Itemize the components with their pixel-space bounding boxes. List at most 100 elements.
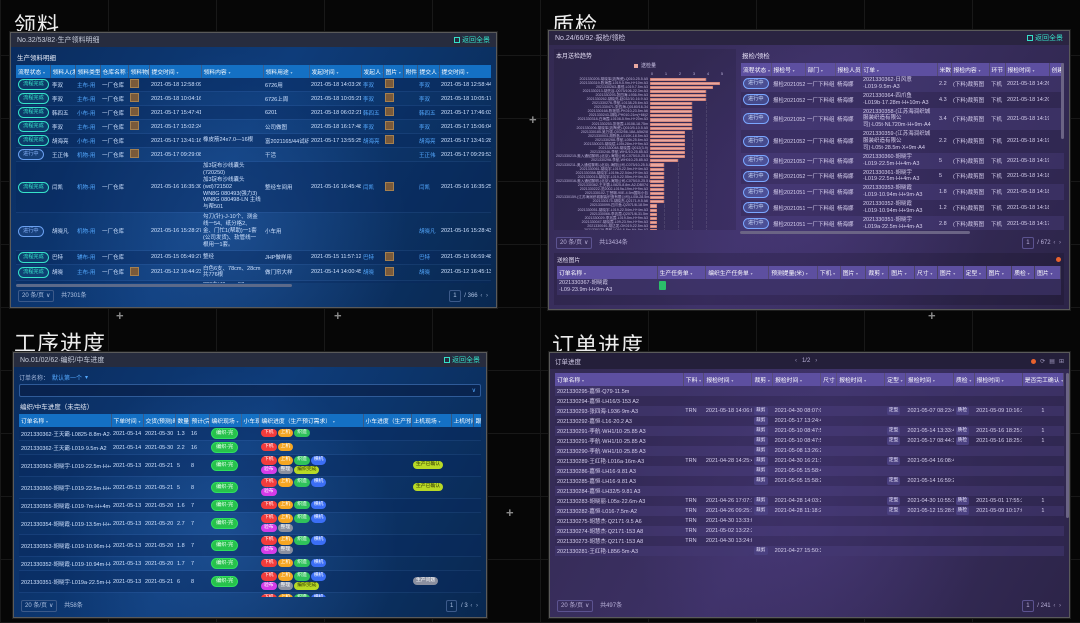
next-page-icon[interactable]: ›	[1059, 603, 1061, 609]
status-badge[interactable]: 流程完成	[18, 182, 49, 193]
filter-icon[interactable]: ▼	[876, 69, 879, 73]
table-row[interactable]: 流程完成胡田辅布-用一厂仓库2021-05-12 14:44:22320支/40…	[16, 281, 491, 283]
column-header[interactable]: 附件▼	[403, 65, 417, 78]
submitter-link[interactable]: 巴特	[419, 255, 430, 261]
material-photo-thumbnail[interactable]	[130, 107, 139, 116]
stage-chip[interactable]: 裁剪	[754, 427, 768, 435]
stage-tag[interactable]: 验布	[261, 466, 277, 475]
column-header[interactable]: 提交人▼	[417, 65, 439, 78]
knit-status-badge[interactable]: 编织-完	[211, 428, 238, 439]
prev-page-icon[interactable]: ‹	[470, 603, 472, 609]
table-row[interactable]: 2021330351·胡晓宇·L019a·22.5m·H+4m·A2021-05…	[19, 571, 481, 593]
column-header[interactable]: 生产任务单▼	[657, 266, 706, 279]
filter-icon[interactable]: ▼	[1050, 272, 1053, 276]
stage-tag[interactable]: 验布	[261, 524, 277, 533]
photo-thumbnail[interactable]	[385, 252, 394, 261]
filter-icon[interactable]: ▼	[750, 272, 753, 276]
table-row[interactable]: 流程完成胡晓主布-用一厂仓库2021-05-12 16:44:23白色6支、78…	[16, 264, 491, 281]
column-header[interactable]: 编织进度（生产预订需求）▼	[259, 414, 363, 427]
table-row[interactable]: 2021330293·张四海·L936·9m·A3TRN2021-05-18 1…	[555, 406, 1064, 416]
stage-tag[interactable]: 上机	[278, 456, 294, 465]
alert-dot-icon[interactable]	[1056, 257, 1061, 262]
table-row[interactable]: 2021330291·李航·WH1/10·25.85 A3裁剪2021-05-1…	[555, 436, 1064, 446]
table-row[interactable]: 2021330284·嘉恒·LH32/5·9.81 A3	[555, 486, 1064, 496]
material-photo-thumbnail[interactable]	[130, 149, 139, 158]
status-badge[interactable]: 进行中	[743, 155, 769, 166]
table-row[interactable]: 2021330289·王红艳·L016a·16m·A3TRN2021-04-28…	[555, 456, 1064, 466]
status-badge[interactable]: 流程完成	[18, 79, 49, 90]
stage-tag[interactable]: 上机	[278, 429, 294, 438]
table-row[interactable]: 流程完成胡海亮小布-用一厂仓库2021-05-17 13:41:16橡皮筋24x…	[16, 134, 491, 148]
stage-tag[interactable]: 上机	[278, 559, 294, 568]
stage-chip[interactable]: 裁剪	[754, 497, 768, 505]
filter-icon[interactable]: ▼	[767, 379, 770, 383]
photo-thumbnail[interactable]	[385, 107, 394, 116]
column-header[interactable]: 报检时间▼	[704, 373, 752, 386]
filter-icon[interactable]: ▼	[698, 379, 701, 383]
stage-tag[interactable]: 上机	[278, 478, 294, 487]
stage-tag[interactable]: 下机	[261, 429, 277, 438]
column-header[interactable]: 图片▼	[840, 266, 866, 279]
status-badge[interactable]: 流程完成	[18, 93, 49, 104]
knit-status-badge[interactable]: 编织-完	[211, 576, 238, 587]
starter-link[interactable]: 李双	[363, 125, 374, 131]
table-row[interactable]: 2021330360·胡晓宇·L019·22.5m·H+4m·A32021-05…	[19, 477, 481, 499]
stage-tag[interactable]: 生产问题	[413, 577, 438, 586]
column-header[interactable]: 报检时间▼	[1005, 63, 1049, 76]
filter-icon[interactable]: ▼	[832, 272, 835, 276]
stage-tag[interactable]: 下机	[261, 594, 277, 597]
table-row[interactable]: 进行中报检20210520一厂下料组杨海娜2021330361·胡晓宇·L019…	[741, 169, 1064, 185]
stage-tag[interactable]: 织造	[294, 536, 310, 545]
column-header[interactable]: 发起人▼	[361, 65, 383, 78]
column-header[interactable]: 发起时间▼	[309, 65, 361, 78]
starter-link[interactable]: 胡海亮	[363, 139, 380, 145]
filter-icon[interactable]: ▼	[176, 71, 179, 75]
next-page-icon[interactable]: ›	[815, 358, 817, 364]
starter-link[interactable]: 韩四五	[363, 111, 380, 117]
material-type-link[interactable]: 主布-用	[77, 97, 95, 103]
filter-icon[interactable]: ▼	[1061, 379, 1064, 383]
table-row[interactable]: 流程完成李双主布-用一厂仓库2021-05-18 12:58:096726用20…	[16, 78, 491, 92]
status-badge[interactable]: 进行中	[743, 218, 769, 229]
status-badge[interactable]: 流程完成	[18, 121, 49, 132]
stage-tag[interactable]: 上机	[278, 572, 294, 581]
stage-tag[interactable]: 验布	[261, 582, 277, 591]
column-header[interactable]: 定型▼	[963, 266, 986, 279]
next-page-icon[interactable]: ›	[486, 293, 488, 299]
filter-icon[interactable]: ▼	[881, 272, 884, 276]
column-header[interactable]: 是否完工确认▼	[1022, 373, 1063, 386]
submitter-link[interactable]: 胡晓	[419, 270, 430, 276]
status-badge[interactable]: 流程完成	[18, 252, 49, 263]
prev-page-icon[interactable]: ‹	[1053, 603, 1055, 609]
submitter-link[interactable]: 王正伟	[419, 153, 436, 159]
column-header[interactable]: 数量▼	[175, 414, 189, 427]
column-header[interactable]: 小车现场▼	[241, 414, 259, 427]
column-header[interactable]: 提交时间▼	[439, 65, 491, 78]
table-row[interactable]: 进行中报检20210518一厂下料组杨海娜2021330352·胡晓霞·L019…	[741, 200, 1064, 216]
stage-chip[interactable]: 裁剪	[754, 467, 768, 475]
table-row[interactable]: 2021330282·嘉恒·L016·7.5m·A2TRN2021-04-26 …	[555, 506, 1064, 516]
photo-thumbnail[interactable]	[385, 135, 394, 144]
stage-tag[interactable]: 整理	[278, 524, 294, 533]
stage-chip[interactable]: 裁剪	[754, 547, 768, 555]
material-type-link[interactable]: 机物-用	[77, 153, 95, 159]
column-header[interactable]: 上机时间▼	[451, 414, 473, 427]
filter-icon[interactable]: ▼	[855, 272, 858, 276]
photo-thumbnail[interactable]	[385, 267, 394, 276]
table-row[interactable]: 进行中报检20210525一厂下料组杨海娜2021330362·日风意·L019…	[741, 76, 1064, 92]
table-row[interactable]: 2021330355·胡晓霞·L019·7m·H+4m·A32021-05-13…	[19, 499, 481, 513]
stage-tag[interactable]: 织造	[294, 478, 310, 487]
stage-tag[interactable]: 整理	[278, 546, 294, 555]
stage-tag[interactable]: 编织完成	[294, 466, 319, 475]
table-row[interactable]: 2021330352·胡晓霞·L019·10.94m·H+9m·A32021-0…	[19, 557, 481, 571]
column-header[interactable]: 图片▼	[1035, 266, 1061, 279]
table-row[interactable]: 2021330350·胡晓宇·L019a·22.54m·H+4m·A32021-…	[19, 593, 481, 598]
status-badge[interactable]: 流程完成	[18, 135, 49, 146]
material-type-link[interactable]: 辅布-用	[77, 255, 95, 261]
stage-tag[interactable]: 横机	[311, 501, 327, 510]
stage-chip[interactable]: 质检	[956, 507, 970, 515]
knit-status-badge[interactable]: 编织-完	[211, 558, 238, 569]
table-row[interactable]: 进行中报检20210519一厂下料组杨海娜2021330353·胡晓霞·L019…	[741, 184, 1064, 200]
stage-tag[interactable]: 上机	[278, 536, 294, 545]
submitter-link[interactable]: 韩四五	[419, 111, 436, 117]
